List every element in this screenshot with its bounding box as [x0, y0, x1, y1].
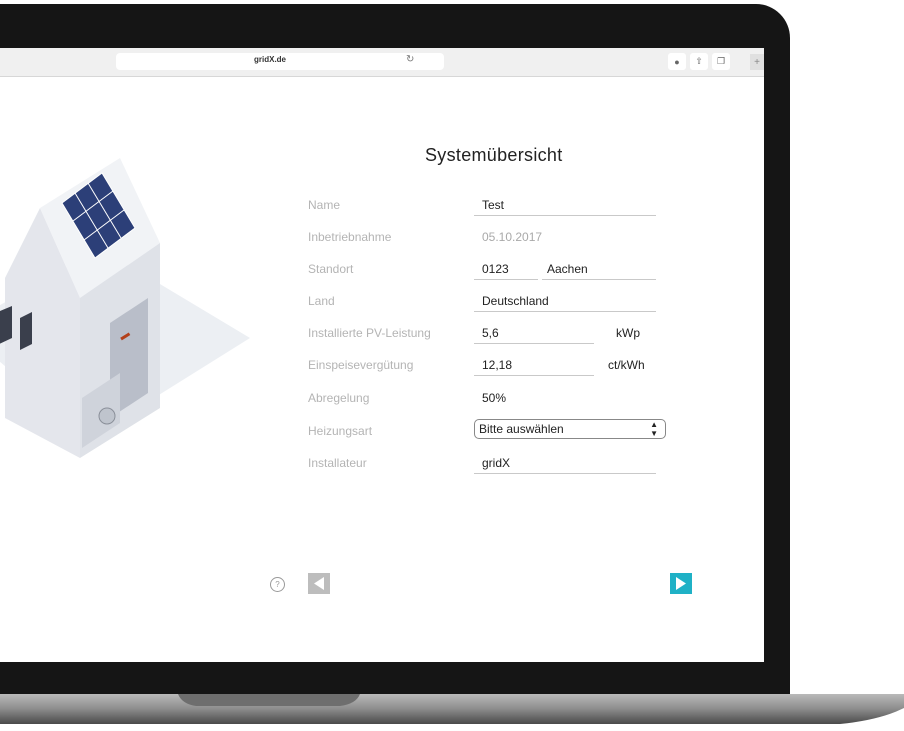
name-input[interactable]: Test: [482, 198, 504, 212]
address-bar[interactable]: gridX.de ↻: [116, 53, 444, 70]
url-text: gridX.de: [254, 55, 287, 64]
label-pv-power: Installierte PV-Leistung: [308, 326, 431, 340]
field-row-location: Standort 0123 Aachen: [308, 262, 708, 284]
installer-underline: [474, 473, 656, 474]
laptop-base: [0, 694, 904, 724]
laptop-bezel: gridX.de ↻ ● ⇧ ❐ + Systemübersicht Name …: [0, 4, 790, 694]
label-commissioning: Inbetriebnahme: [308, 230, 392, 244]
field-row-country: Land Deutschland: [308, 294, 708, 316]
feed-in-underline: [474, 375, 594, 376]
city-input[interactable]: Aachen: [547, 262, 588, 276]
select-arrows-icon: ▲ ▼: [650, 420, 658, 438]
heating-select[interactable]: Bitte auswählen ▲ ▼: [474, 419, 666, 439]
triangle-left-icon: [314, 577, 324, 590]
house-illustration: [0, 158, 250, 458]
label-country: Land: [308, 294, 335, 308]
label-heating: Heizungsart: [308, 424, 373, 438]
toolbar-icons: ● ⇧ ❐: [668, 53, 730, 70]
field-row-feed-in: Einspeisevergütung 12,18 ct/kWh: [308, 358, 708, 380]
zip-input[interactable]: 0123: [482, 262, 509, 276]
commissioning-value: 05.10.2017: [482, 230, 543, 244]
field-row-heating: Heizungsart Bitte auswählen ▲ ▼: [308, 419, 708, 446]
pv-power-unit: kWp: [616, 326, 640, 340]
browser-toolbar: gridX.de ↻ ● ⇧ ❐ +: [0, 48, 764, 77]
zip-underline: [474, 279, 538, 280]
pv-power-underline: [474, 343, 594, 344]
next-button[interactable]: [670, 573, 692, 594]
label-name: Name: [308, 198, 341, 212]
field-row-pv-power: Installierte PV-Leistung 5,6 kWp: [308, 326, 708, 348]
triangle-right-icon: [676, 577, 686, 590]
city-underline: [542, 279, 656, 280]
plus-icon[interactable]: +: [750, 54, 764, 70]
field-row-commissioning: Inbetriebnahme 05.10.2017: [308, 230, 708, 252]
tabs-icon[interactable]: ❐: [712, 53, 730, 70]
reload-icon[interactable]: ↻: [406, 54, 414, 65]
feed-in-unit: ct/kWh: [608, 358, 645, 372]
installer-input[interactable]: gridX: [482, 456, 510, 470]
share-icon[interactable]: ⇧: [690, 53, 708, 70]
laptop-notch: [178, 694, 360, 706]
curtailment-value: 50%: [482, 391, 507, 405]
heating-select-value: Bitte auswählen: [479, 422, 564, 436]
name-underline: [474, 215, 656, 216]
field-row-installer: Installateur gridX: [308, 456, 708, 478]
label-curtailment: Abregelung: [308, 391, 370, 405]
country-input[interactable]: Deutschland: [482, 294, 549, 308]
page-title: Systemübersicht: [425, 145, 563, 165]
feed-in-input[interactable]: 12,18: [482, 358, 512, 372]
download-icon[interactable]: ●: [668, 53, 686, 70]
field-row-curtailment: Abregelung 50%: [308, 391, 708, 413]
label-location: Standort: [308, 262, 354, 276]
window-right: [20, 312, 32, 350]
field-row-name: Name Test: [308, 198, 708, 220]
pv-power-input[interactable]: 5,6: [482, 326, 499, 340]
laptop-screen: gridX.de ↻ ● ⇧ ❐ + Systemübersicht Name …: [0, 48, 764, 662]
label-feed-in: Einspeisevergütung: [308, 358, 414, 372]
previous-button[interactable]: [308, 573, 330, 594]
label-installer: Installateur: [308, 456, 367, 470]
help-button[interactable]: ?: [270, 577, 285, 592]
country-underline: [474, 311, 656, 312]
